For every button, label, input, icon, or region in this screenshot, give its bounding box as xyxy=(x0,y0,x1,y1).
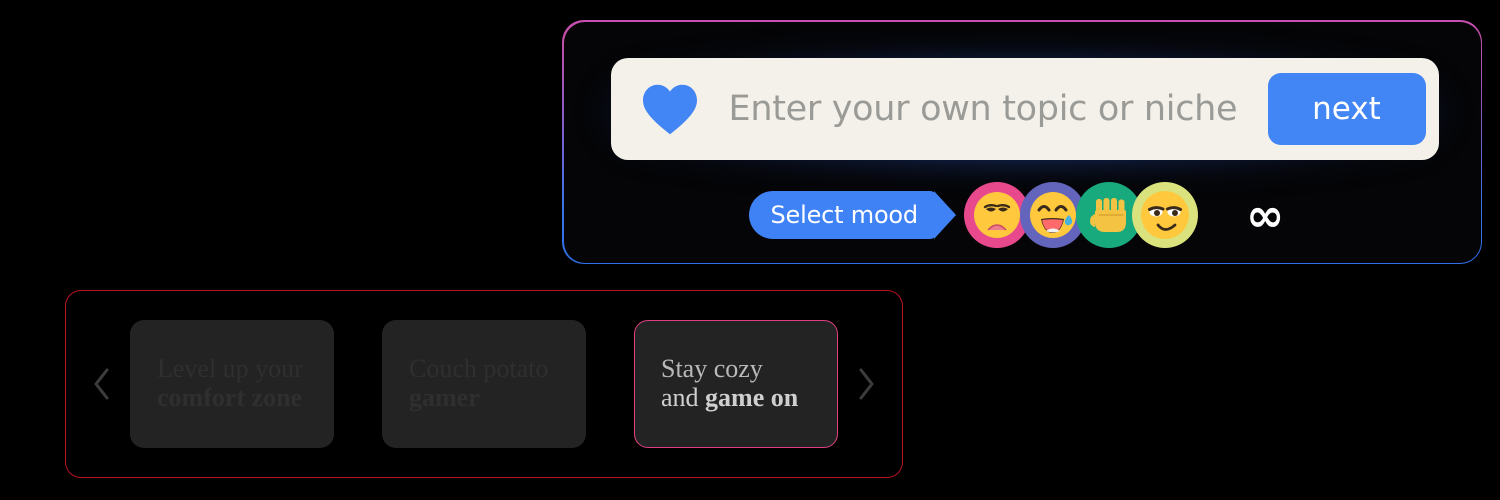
infinity-icon[interactable]: ∞ xyxy=(1246,192,1284,238)
carousel-next-button[interactable] xyxy=(844,356,888,412)
suggestion-card-line2-prefix: and xyxy=(661,382,706,412)
suggestion-card-1[interactable]: Level up your comfort zone xyxy=(130,320,334,448)
search-input-placeholder[interactable]: Enter your own topic or niche xyxy=(729,89,1268,129)
suggestion-card-line2: and game on xyxy=(661,383,811,413)
suggestion-card-line2-bold: gamer xyxy=(409,382,480,412)
select-mood-tag-label[interactable]: Select mood xyxy=(748,190,936,239)
suggestion-card-line2: gamer xyxy=(409,383,559,413)
next-button[interactable]: next xyxy=(1267,72,1426,145)
app-root: Enter your own topic or niche next Selec… xyxy=(0,0,1500,500)
carousel-prev-button[interactable] xyxy=(80,356,124,412)
blue-heart-icon xyxy=(642,84,697,134)
select-mood-tag[interactable]: Select mood xyxy=(748,190,956,239)
suggestion-card-2[interactable]: Couch potato gamer xyxy=(382,320,586,448)
search-bar[interactable]: Enter your own topic or niche next xyxy=(610,57,1439,160)
chevron-right-icon xyxy=(859,368,874,400)
topic-selector-panel: Enter your own topic or niche next Selec… xyxy=(562,20,1482,264)
suggestion-card-line2: comfort zone xyxy=(157,383,307,413)
suggestion-card-line1: Stay cozy xyxy=(661,354,763,384)
suggestion-card-3[interactable]: Stay cozy and game on xyxy=(634,320,838,448)
suggestion-card-line1: Level up your xyxy=(157,354,303,384)
suggestion-card-line2-bold: comfort zone xyxy=(157,382,303,412)
select-mood-tag-arrow xyxy=(933,190,956,239)
topic-selector-panel-inner: Enter your own topic or niche next Selec… xyxy=(563,21,1481,263)
chevron-left-icon xyxy=(94,368,109,400)
smirking-face-emoji[interactable] xyxy=(1131,181,1198,248)
mood-emoji-strip xyxy=(963,181,1198,248)
mood-selector-row: Select mood ∞ xyxy=(748,180,1284,250)
suggestion-card-line2-bold: game on xyxy=(705,382,799,412)
suggestion-carousel: Level up your comfort zone Couch potato … xyxy=(65,290,903,478)
carousel-cards: Level up your comfort zone Couch potato … xyxy=(124,291,844,477)
suggestion-card-line1: Couch potato xyxy=(409,354,549,384)
